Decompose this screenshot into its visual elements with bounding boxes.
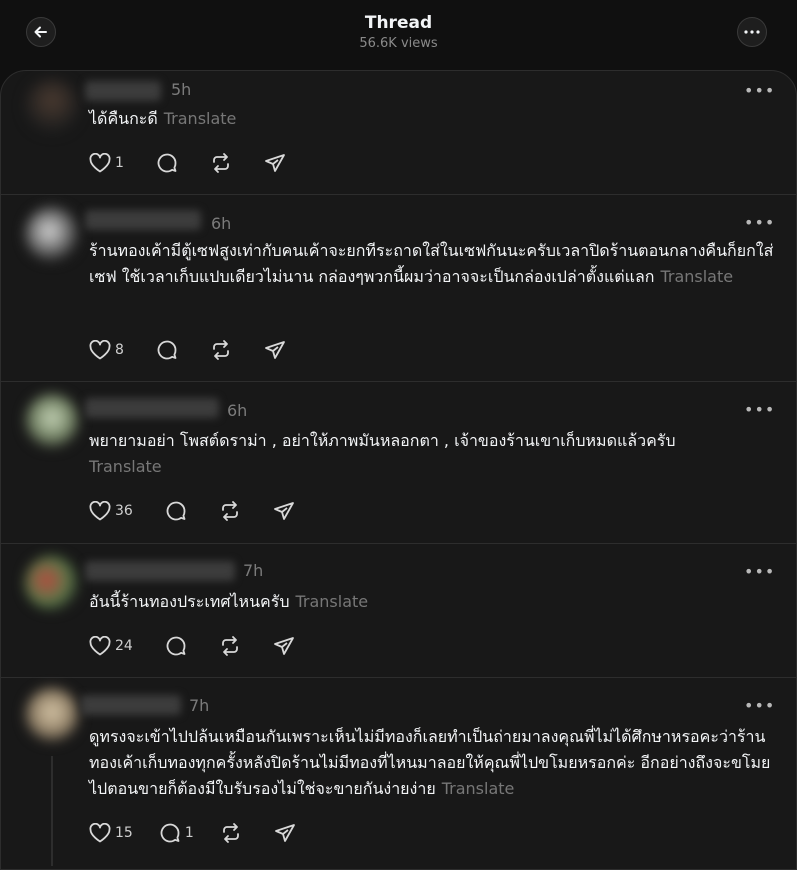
comment-icon: [166, 636, 186, 656]
post-more-icon[interactable]: •••: [744, 83, 775, 99]
post-more-icon[interactable]: •••: [744, 402, 775, 418]
translate-link[interactable]: Translate: [660, 267, 733, 286]
reply-button[interactable]: 1: [159, 822, 194, 844]
timestamp: 6h: [211, 214, 232, 233]
view-count: 56.6K views: [359, 36, 438, 51]
timestamp: 7h: [189, 696, 210, 715]
username[interactable]: [81, 695, 181, 715]
like-button[interactable]: 8: [89, 340, 124, 360]
action-bar: 8: [89, 336, 304, 364]
timestamp: 6h: [227, 401, 248, 420]
like-button[interactable]: 1: [89, 153, 124, 173]
more-options-button[interactable]: [737, 17, 767, 47]
repost-button[interactable]: [210, 152, 232, 174]
username[interactable]: [85, 81, 161, 101]
reply-button[interactable]: [165, 500, 187, 522]
username[interactable]: [85, 561, 235, 581]
post-text: ดูทรงจะเข้าไปปล้นเหมือนกันเพราะเห็นไม่มี…: [89, 724, 779, 802]
username[interactable]: [85, 398, 219, 418]
post-text: พยายามอย่า โพสต์ดราม่า , อย่าให้ภาพมันหล…: [89, 428, 779, 480]
title-block: Thread 56.6K views: [0, 12, 797, 53]
reply-button[interactable]: [156, 339, 178, 361]
reply-count: 1: [184, 825, 194, 841]
share-button[interactable]: [273, 635, 295, 657]
translate-link[interactable]: Translate: [89, 457, 162, 476]
heart-icon: [89, 340, 111, 360]
post-text: ได้คืนกะดี Translate: [89, 106, 779, 132]
repost-button[interactable]: [219, 635, 241, 657]
avatar[interactable]: [25, 394, 79, 448]
repost-button[interactable]: [219, 500, 241, 522]
send-icon: [273, 637, 294, 655]
comment-icon: [157, 153, 177, 173]
like-button[interactable]: 15: [89, 823, 133, 843]
avatar[interactable]: [25, 556, 79, 610]
reply-post: 6h ••• ร้านทองเค้ามีตู้เซฟสูงเท่ากับคนเค…: [1, 195, 796, 381]
comment-icon: [157, 340, 177, 360]
heart-icon: [89, 153, 111, 173]
share-button[interactable]: [274, 822, 296, 844]
post-text: อันนี้ร้านทองประเทศไหนครับ Translate: [89, 589, 779, 615]
comment-icon: [160, 823, 180, 843]
heart-icon: [89, 636, 111, 656]
heart-icon: [89, 501, 111, 521]
comment-icon: [166, 501, 186, 521]
post-body-text: ดูทรงจะเข้าไปปล้นเหมือนกันเพราะเห็นไม่มี…: [89, 727, 771, 798]
like-button[interactable]: 24: [89, 636, 133, 656]
post-body-text: ได้คืนกะดี: [89, 109, 158, 128]
like-count: 24: [115, 638, 133, 654]
action-bar: 1: [89, 149, 304, 177]
avatar[interactable]: [25, 79, 79, 133]
repost-button[interactable]: [210, 339, 232, 361]
reply-post: 5h ••• ได้คืนกะดี Translate 1: [1, 71, 796, 194]
reply-button[interactable]: [156, 152, 178, 174]
thread-header: Thread 56.6K views: [0, 0, 797, 70]
reply-post: 7h ••• ดูทรงจะเข้าไปปล้นเหมือนกันเพราะเห…: [1, 678, 796, 868]
post-more-icon[interactable]: •••: [744, 564, 775, 580]
repost-icon: [213, 340, 229, 360]
reply-post: 6h ••• พยายามอย่า โพสต์ดราม่า , อย่าให้ภ…: [1, 382, 796, 543]
repost-icon: [213, 153, 229, 173]
share-button[interactable]: [273, 500, 295, 522]
post-text: ร้านทองเค้ามีตู้เซฟสูงเท่ากับคนเค้าจะยกท…: [89, 238, 779, 290]
thread-connector: [51, 756, 53, 866]
post-body-text: พยายามอย่า โพสต์ดราม่า , อย่าให้ภาพมันหล…: [89, 431, 676, 450]
repost-icon: [222, 823, 239, 843]
action-bar: 15 1: [89, 819, 314, 847]
like-button[interactable]: 36: [89, 501, 133, 521]
like-count: 1: [115, 155, 124, 171]
translate-link[interactable]: Translate: [442, 779, 515, 798]
avatar[interactable]: [25, 207, 79, 261]
action-bar: 36: [89, 497, 313, 525]
like-count: 8: [115, 342, 124, 358]
timestamp: 5h: [171, 80, 192, 99]
repost-icon: [221, 501, 238, 521]
share-button[interactable]: [264, 152, 286, 174]
like-count: 36: [115, 503, 133, 519]
timestamp: 7h: [243, 561, 264, 580]
action-bar: 24: [89, 632, 313, 660]
post-body-text: อันนี้ร้านทองประเทศไหนครับ: [89, 592, 290, 611]
page-title: Thread: [364, 13, 433, 33]
translate-link[interactable]: Translate: [295, 592, 368, 611]
avatar[interactable]: [25, 688, 79, 742]
repost-button[interactable]: [220, 822, 242, 844]
translate-link[interactable]: Translate: [164, 109, 237, 128]
share-button[interactable]: [264, 339, 286, 361]
post-more-icon[interactable]: •••: [744, 698, 775, 714]
reply-post: 7h ••• อันนี้ร้านทองประเทศไหนครับ Transla…: [1, 544, 796, 677]
send-icon: [265, 154, 285, 172]
post-more-icon[interactable]: •••: [744, 215, 775, 231]
like-count: 15: [115, 825, 133, 841]
repost-icon: [221, 636, 238, 656]
reply-button[interactable]: [165, 635, 187, 657]
heart-icon: [89, 823, 111, 843]
send-icon: [273, 502, 294, 520]
username[interactable]: [85, 210, 201, 230]
more-horizontal-icon: [744, 30, 760, 34]
replies-panel: 5h ••• ได้คืนกะดี Translate 1 6h ••• ร้าน…: [0, 70, 797, 870]
send-icon: [274, 824, 295, 842]
send-icon: [265, 341, 285, 359]
